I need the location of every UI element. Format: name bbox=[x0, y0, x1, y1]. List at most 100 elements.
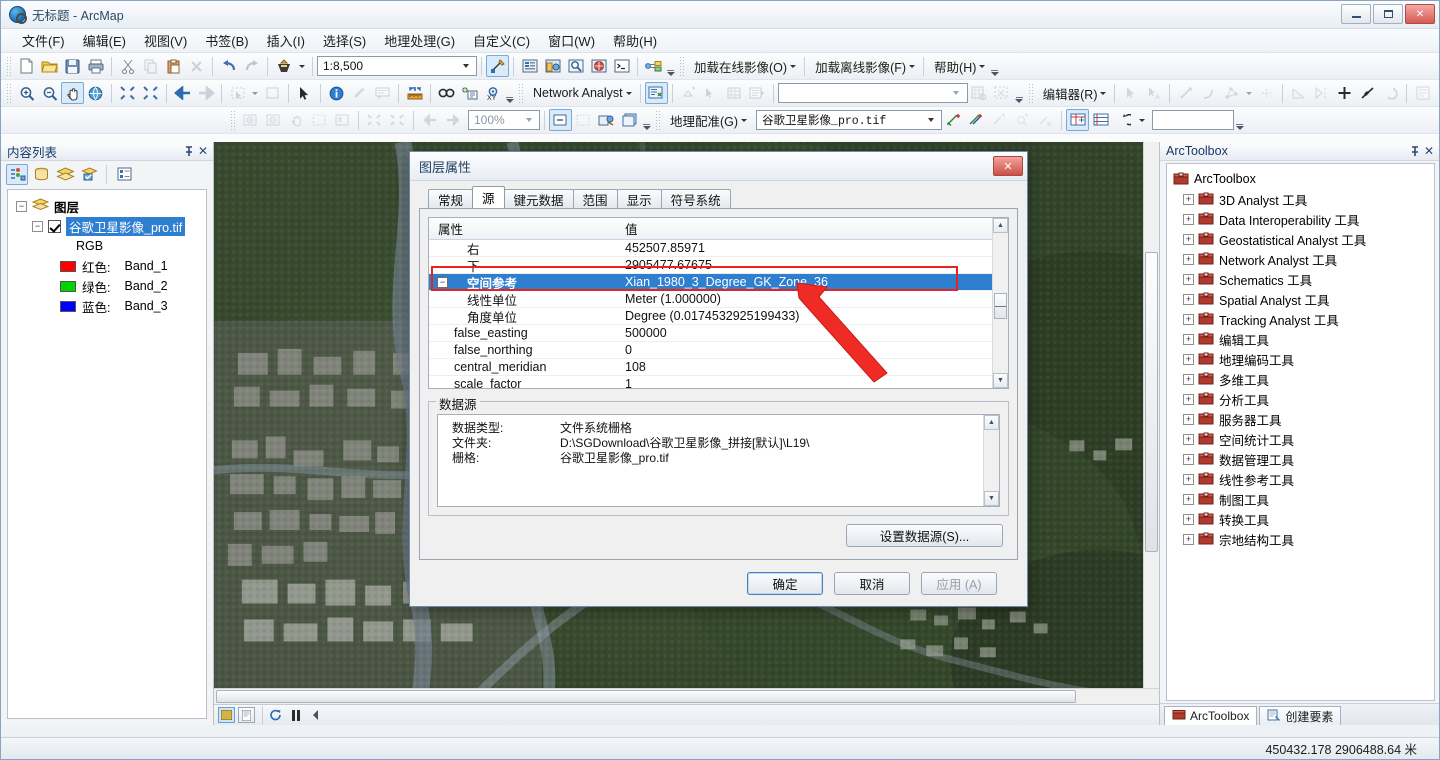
expand-icon[interactable]: + bbox=[1183, 253, 1194, 265]
cut-icon[interactable] bbox=[116, 55, 139, 77]
expand-icon[interactable]: − bbox=[437, 276, 448, 288]
expand-icon[interactable]: + bbox=[1183, 233, 1194, 245]
measure-icon[interactable] bbox=[403, 82, 426, 104]
select-elements-icon[interactable] bbox=[293, 82, 316, 104]
scroll-track[interactable] bbox=[993, 233, 1008, 373]
full-extent-icon[interactable] bbox=[84, 82, 107, 104]
layout-view-button[interactable] bbox=[238, 707, 255, 723]
previous-extent-icon[interactable] bbox=[171, 82, 194, 104]
toolbox-item[interactable]: + 数据管理工具 bbox=[1169, 449, 1432, 469]
editor-grip[interactable] bbox=[1027, 83, 1034, 103]
property-row[interactable]: central_meridian 108 bbox=[429, 359, 992, 376]
expand-icon[interactable]: + bbox=[1183, 473, 1194, 485]
close-icon-2[interactable]: ✕ bbox=[1422, 144, 1436, 159]
plugin-help-menu[interactable]: 帮助(H) bbox=[928, 55, 989, 78]
paste-icon[interactable] bbox=[162, 55, 185, 77]
property-row[interactable]: 角度单位 Degree (0.0174532925199433) bbox=[429, 308, 992, 325]
toolbox-item[interactable]: + 转换工具 bbox=[1169, 509, 1432, 529]
tools-grip[interactable] bbox=[6, 83, 12, 103]
property-grid[interactable]: 属性 值 右 452507.85971 下 2905477.67675− 空间参考 Xia… bbox=[428, 217, 1009, 389]
arcgis-online-icon[interactable] bbox=[587, 55, 610, 77]
georef-grip[interactable] bbox=[655, 110, 661, 130]
load-online-image-menu[interactable]: 加载在线影像(O) bbox=[688, 55, 800, 78]
toc-options-icon[interactable] bbox=[113, 164, 135, 185]
menu-item-edit[interactable]: 编辑(E) bbox=[74, 29, 135, 52]
scroll-thumb[interactable] bbox=[994, 293, 1007, 319]
scroll-up-arrow[interactable]: ▲ bbox=[993, 218, 1008, 233]
expand-icon[interactable]: + bbox=[1183, 353, 1194, 365]
toolbox-item[interactable]: + 空间统计工具 bbox=[1169, 429, 1432, 449]
scroll-down-arrow[interactable]: ▼ bbox=[993, 373, 1008, 388]
add-data-dropdown[interactable] bbox=[295, 55, 308, 77]
na-window-icon[interactable] bbox=[644, 82, 668, 104]
go-to-xy-icon[interactable]: XY bbox=[481, 82, 504, 104]
pause-drawing-icon[interactable] bbox=[287, 707, 304, 723]
load-offline-image-menu[interactable]: 加载离线影像(F) bbox=[809, 55, 919, 78]
cancel-button[interactable]: 取消 bbox=[834, 571, 910, 595]
expand-icon[interactable]: + bbox=[1183, 193, 1194, 205]
tab-key-metadata[interactable]: 键元数据 bbox=[503, 189, 574, 208]
expand-icon[interactable]: + bbox=[1183, 333, 1194, 345]
layer-visibility-checkbox[interactable] bbox=[48, 219, 61, 233]
toolbox-item[interactable]: + 服务器工具 bbox=[1169, 409, 1432, 429]
na-overflow-button[interactable] bbox=[1014, 82, 1025, 104]
arctoolbox-root[interactable]: ArcToolbox bbox=[1169, 169, 1432, 189]
georeferencing-menu[interactable]: 地理配准(G) bbox=[664, 109, 751, 132]
expand-icon[interactable]: + bbox=[1183, 213, 1194, 225]
expand-icon[interactable]: + bbox=[1183, 433, 1194, 445]
chevron-down-icon[interactable] bbox=[458, 64, 473, 68]
property-grid-scrollbar[interactable]: ▲ ▼ bbox=[992, 218, 1008, 388]
close-icon[interactable]: ✕ bbox=[196, 144, 210, 159]
toolbox-item[interactable]: + 分析工具 bbox=[1169, 389, 1432, 409]
layer-collapse-icon[interactable]: − bbox=[32, 220, 43, 232]
catalog-icon[interactable] bbox=[541, 55, 564, 77]
chevron-down-icon-4[interactable] bbox=[923, 118, 938, 122]
toolbox-item[interactable]: + Data Interoperability 工具 bbox=[1169, 209, 1432, 229]
toolbox-item[interactable]: + Tracking Analyst 工具 bbox=[1169, 309, 1432, 329]
rotate-raster-icon[interactable] bbox=[1112, 109, 1135, 131]
ds-scroll-down-arrow[interactable]: ▼ bbox=[984, 491, 999, 506]
toolbox-item[interactable]: + 制图工具 bbox=[1169, 489, 1432, 509]
ok-button[interactable]: 确定 bbox=[747, 571, 823, 595]
arctoolbox-tree[interactable]: ArcToolbox +3D Analyst 工具 + Data Interoper… bbox=[1166, 163, 1435, 701]
data-driven-pages-icon[interactable] bbox=[595, 109, 618, 131]
set-data-source-button[interactable]: 设置数据源(S)... bbox=[846, 524, 1003, 547]
toggle-draft-mode-icon[interactable] bbox=[618, 109, 641, 131]
tab-symbology[interactable]: 符号系统 bbox=[660, 189, 731, 208]
red-band-swatch[interactable] bbox=[60, 260, 76, 272]
data-source-scrollbar[interactable]: ▲ ▼ bbox=[983, 415, 999, 506]
tab-display[interactable]: 显示 bbox=[616, 189, 662, 208]
expand-icon[interactable]: + bbox=[1183, 273, 1194, 285]
model-builder-icon[interactable] bbox=[642, 55, 665, 77]
link-table-window-icon[interactable] bbox=[1089, 109, 1112, 131]
search-window-icon[interactable] bbox=[564, 55, 587, 77]
toolbox-item[interactable]: +3D Analyst 工具 bbox=[1169, 189, 1432, 209]
network-dataset-combo[interactable] bbox=[777, 83, 968, 103]
property-row[interactable]: scale_factor 1 bbox=[429, 376, 992, 388]
expand-icon[interactable]: + bbox=[1183, 453, 1194, 465]
tab-create-features[interactable]: 创建要素 bbox=[1259, 706, 1342, 725]
refresh-view-icon[interactable] bbox=[267, 707, 284, 723]
menu-item-help[interactable]: 帮助(H) bbox=[604, 29, 666, 52]
zoom-in-icon[interactable] bbox=[15, 82, 38, 104]
close-button[interactable]: ✕ bbox=[1405, 4, 1435, 24]
select-dropdown[interactable] bbox=[249, 82, 261, 104]
property-row[interactable]: 下 2905477.67675 bbox=[429, 257, 992, 274]
dialog-close-button[interactable]: ✕ bbox=[993, 156, 1023, 176]
tab-source[interactable]: 源 bbox=[472, 186, 505, 208]
toolbox-item[interactable]: + Schematics 工具 bbox=[1169, 269, 1432, 289]
save-icon[interactable] bbox=[61, 55, 84, 77]
expand-icon[interactable]: + bbox=[1183, 293, 1194, 305]
toolbox-item[interactable]: + Spatial Analyst 工具 bbox=[1169, 289, 1432, 309]
expand-icon[interactable]: + bbox=[1183, 373, 1194, 385]
open-folder-icon[interactable] bbox=[38, 55, 61, 77]
data-view-button[interactable] bbox=[218, 707, 235, 723]
property-row[interactable]: 线性单位 Meter (1.000000) bbox=[429, 291, 992, 308]
list-by-visibility-icon[interactable] bbox=[54, 164, 76, 185]
collapse-icon[interactable]: − bbox=[16, 200, 27, 212]
layout-overflow-button[interactable] bbox=[641, 109, 652, 131]
toolbar-overflow-button[interactable] bbox=[665, 55, 676, 77]
merge-icon[interactable] bbox=[1333, 82, 1356, 104]
toc-layer-row[interactable]: − 谷歌卫星影像_pro.tif bbox=[12, 216, 202, 236]
na-grip[interactable] bbox=[518, 83, 524, 103]
